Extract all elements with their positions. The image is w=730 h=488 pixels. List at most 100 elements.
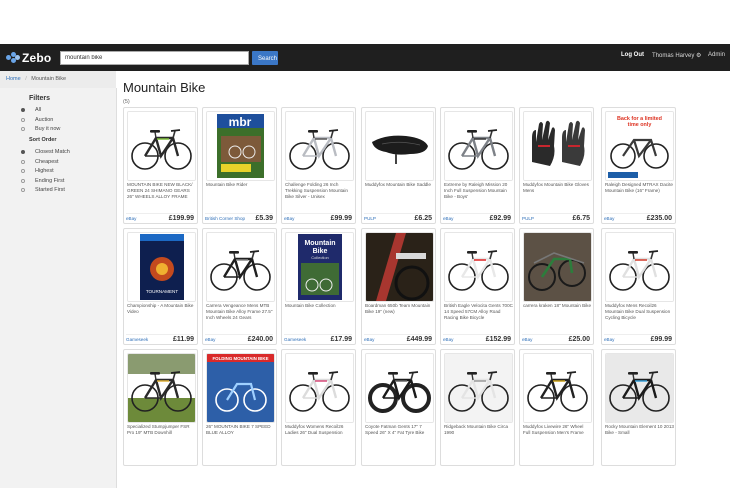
product-title[interactable]: Muddyfox Mountain Bike Saddle [365, 182, 434, 188]
seller-link[interactable]: eBay [604, 337, 614, 342]
product-card[interactable]: Muddyfox Womens Recoil26 Ladies 26" Dual… [281, 349, 356, 466]
search-button[interactable]: Search [252, 51, 278, 65]
product-title[interactable]: Rocky Mountain Element 10 2013 Bike - Sm… [605, 424, 674, 436]
product-title[interactable]: Ridgeback Mountain Bike Circa 1990 [444, 424, 513, 436]
seller-link[interactable]: eBay [126, 216, 136, 221]
radio-button[interactable] [21, 169, 25, 173]
product-image[interactable] [523, 232, 592, 302]
seller-link[interactable]: PULP [364, 216, 376, 221]
sort-option[interactable]: Closest Match [21, 148, 70, 156]
product-card[interactable]: Muddyfox Mountain Bike Saddle PULP £6.25 [361, 107, 436, 224]
product-image[interactable] [444, 111, 513, 181]
seller-link[interactable]: British Corner Shop [205, 216, 245, 221]
product-title[interactable]: Specialized Stumpjumper FSR Pro 19" MTB … [127, 424, 196, 436]
product-image[interactable]: mbr [206, 111, 275, 181]
product-title[interactable]: 26" MOUNTAIN BIKE 7 SPEED BLUE ALLOY [206, 424, 275, 436]
product-card[interactable]: Back for a limited time only Raleigh Desig… [601, 107, 676, 224]
logout-link[interactable]: Log Out [621, 52, 644, 58]
product-image[interactable] [605, 232, 674, 302]
product-title[interactable]: Muddyfox Womens Recoil26 Ladies 26" Dual… [285, 424, 354, 436]
user-menu[interactable]: Thomas Harvey ⚙ [652, 52, 701, 59]
product-image[interactable] [285, 111, 354, 181]
product-card[interactable]: MOUNTAIN BIKE NEW BLACK/ GREEN 24 SHIMAN… [123, 107, 198, 224]
product-card[interactable]: Extreme by Raleigh Mission 20 Inch Full … [440, 107, 515, 224]
product-card[interactable]: Challenge Folding 26 Inch Trekking Suspe… [281, 107, 356, 224]
product-image[interactable]: Back for a limited time only [605, 111, 674, 181]
product-card[interactable]: Carrera Vengeance Mens MTB Mountain Bike… [202, 228, 277, 345]
seller-link[interactable]: eBay [443, 337, 453, 342]
radio-button[interactable] [21, 178, 25, 183]
product-card[interactable]: TOURNAMENT Championship - A Mountain Bike… [123, 228, 198, 345]
filter-option[interactable]: Auction [21, 116, 53, 124]
product-image[interactable] [523, 353, 592, 423]
radio-button[interactable] [21, 108, 25, 112]
seller-link[interactable]: eBay [284, 216, 294, 221]
product-title[interactable]: MOUNTAIN BIKE NEW BLACK/ GREEN 24 SHIMAN… [127, 182, 196, 201]
seller-link[interactable]: eBay [364, 337, 374, 342]
seller-link[interactable]: eBay [205, 337, 215, 342]
product-card[interactable]: Muddyfox Mens Recoil26 Mountain Bike Dua… [601, 228, 676, 345]
product-image[interactable] [605, 353, 674, 423]
product-image[interactable]: Mountain Bike Collection [285, 232, 354, 302]
product-title[interactable]: Challenge Folding 26 Inch Trekking Suspe… [285, 182, 354, 201]
product-title[interactable]: Muddyfox Livewire 26" Wheel Full Suspens… [523, 424, 592, 436]
product-image[interactable]: TOURNAMENT [127, 232, 196, 302]
product-image[interactable] [444, 232, 513, 302]
product-image[interactable] [365, 111, 434, 181]
product-card[interactable]: FOLDING MOUNTAIN BIKE 26" MOUNTAIN BIKE 7… [202, 349, 277, 466]
sort-option[interactable]: Cheapest [21, 158, 59, 166]
radio-button[interactable] [21, 150, 25, 154]
product-card[interactable]: Ridgeback Mountain Bike Circa 1990 [440, 349, 515, 466]
product-image[interactable]: FOLDING MOUNTAIN BIKE [206, 353, 275, 423]
product-title[interactable]: Championship - A Mountain Bike Video [127, 303, 196, 315]
product-card[interactable]: Mountain Bike Collection Mountain Bike Coll… [281, 228, 356, 345]
product-card[interactable]: British Eagle Velocita Gents 700C 14 Spe… [440, 228, 515, 345]
seller-link[interactable]: eBay [522, 337, 532, 342]
product-card[interactable]: Boardman 650b Team Mountain Bike 19" (ne… [361, 228, 436, 345]
product-image[interactable] [444, 353, 513, 423]
product-title[interactable]: Extreme by Raleigh Mission 20 Inch Full … [444, 182, 513, 201]
product-title[interactable]: Mountain Bike Collection [285, 303, 354, 309]
sort-option[interactable]: Ending First [21, 177, 64, 185]
product-image[interactable] [365, 353, 434, 423]
zebo-logo[interactable]: Zebo [6, 50, 51, 65]
seller-link[interactable]: eBay [443, 216, 453, 221]
radio-button[interactable] [21, 117, 25, 122]
product-card[interactable]: carrera kraken 18" Mountain Bike eBay £25.… [519, 228, 594, 345]
product-title[interactable]: Muddyfox Mens Recoil26 Mountain Bike Dua… [605, 303, 674, 322]
product-card[interactable]: Specialized Stumpjumper FSR Pro 19" MTB … [123, 349, 198, 466]
product-image[interactable] [285, 353, 354, 423]
seller-link[interactable]: Gameseek [284, 337, 306, 342]
filter-option[interactable]: All [21, 106, 41, 114]
product-title[interactable]: British Eagle Velocita Gents 700C 14 Spe… [444, 303, 513, 322]
product-title[interactable]: Coyote Fatman Gents 17" 7 Speed 26" X 4"… [365, 424, 434, 436]
product-title[interactable]: carrera kraken 18" Mountain Bike [523, 303, 592, 309]
admin-link[interactable]: Admin [708, 52, 725, 58]
product-title[interactable]: Mountain Bike Rider [206, 182, 275, 188]
product-card[interactable]: Rocky Mountain Element 10 2013 Bike - Sm… [601, 349, 676, 466]
product-image[interactable] [206, 232, 275, 302]
product-card[interactable]: mbr Mountain Bike Rider British Corner Sho… [202, 107, 277, 224]
radio-button[interactable] [21, 159, 25, 164]
product-image[interactable] [127, 111, 196, 181]
product-title[interactable]: Muddyfox Mountain Bike Gloves Mens [523, 182, 592, 194]
seller-link[interactable]: Gameseek [126, 337, 148, 342]
sort-option[interactable]: Started First [21, 186, 65, 194]
product-title[interactable]: Carrera Vengeance Mens MTB Mountain Bike… [206, 303, 275, 322]
seller-link[interactable]: PULP [522, 216, 534, 221]
search-input[interactable] [60, 51, 249, 65]
product-card[interactable]: Coyote Fatman Gents 17" 7 Speed 26" X 4"… [361, 349, 436, 466]
radio-button[interactable] [21, 188, 25, 192]
radio-button[interactable] [21, 127, 25, 131]
product-image[interactable] [523, 111, 592, 181]
product-image[interactable] [127, 353, 196, 423]
product-card[interactable]: Muddyfox Mountain Bike Gloves Mens PULP £6… [519, 107, 594, 224]
filter-option[interactable]: Buy it now [21, 125, 60, 133]
sort-option[interactable]: Highest [21, 167, 54, 175]
product-image[interactable] [365, 232, 434, 302]
product-title[interactable]: Boardman 650b Team Mountain Bike 19" (ne… [365, 303, 434, 315]
breadcrumb-home[interactable]: Home [6, 76, 21, 82]
product-card[interactable]: Muddyfox Livewire 26" Wheel Full Suspens… [519, 349, 594, 466]
seller-link[interactable]: eBay [604, 216, 614, 221]
product-title[interactable]: Raleigh Designed MTRAX Dacite Mountain B… [605, 182, 674, 194]
